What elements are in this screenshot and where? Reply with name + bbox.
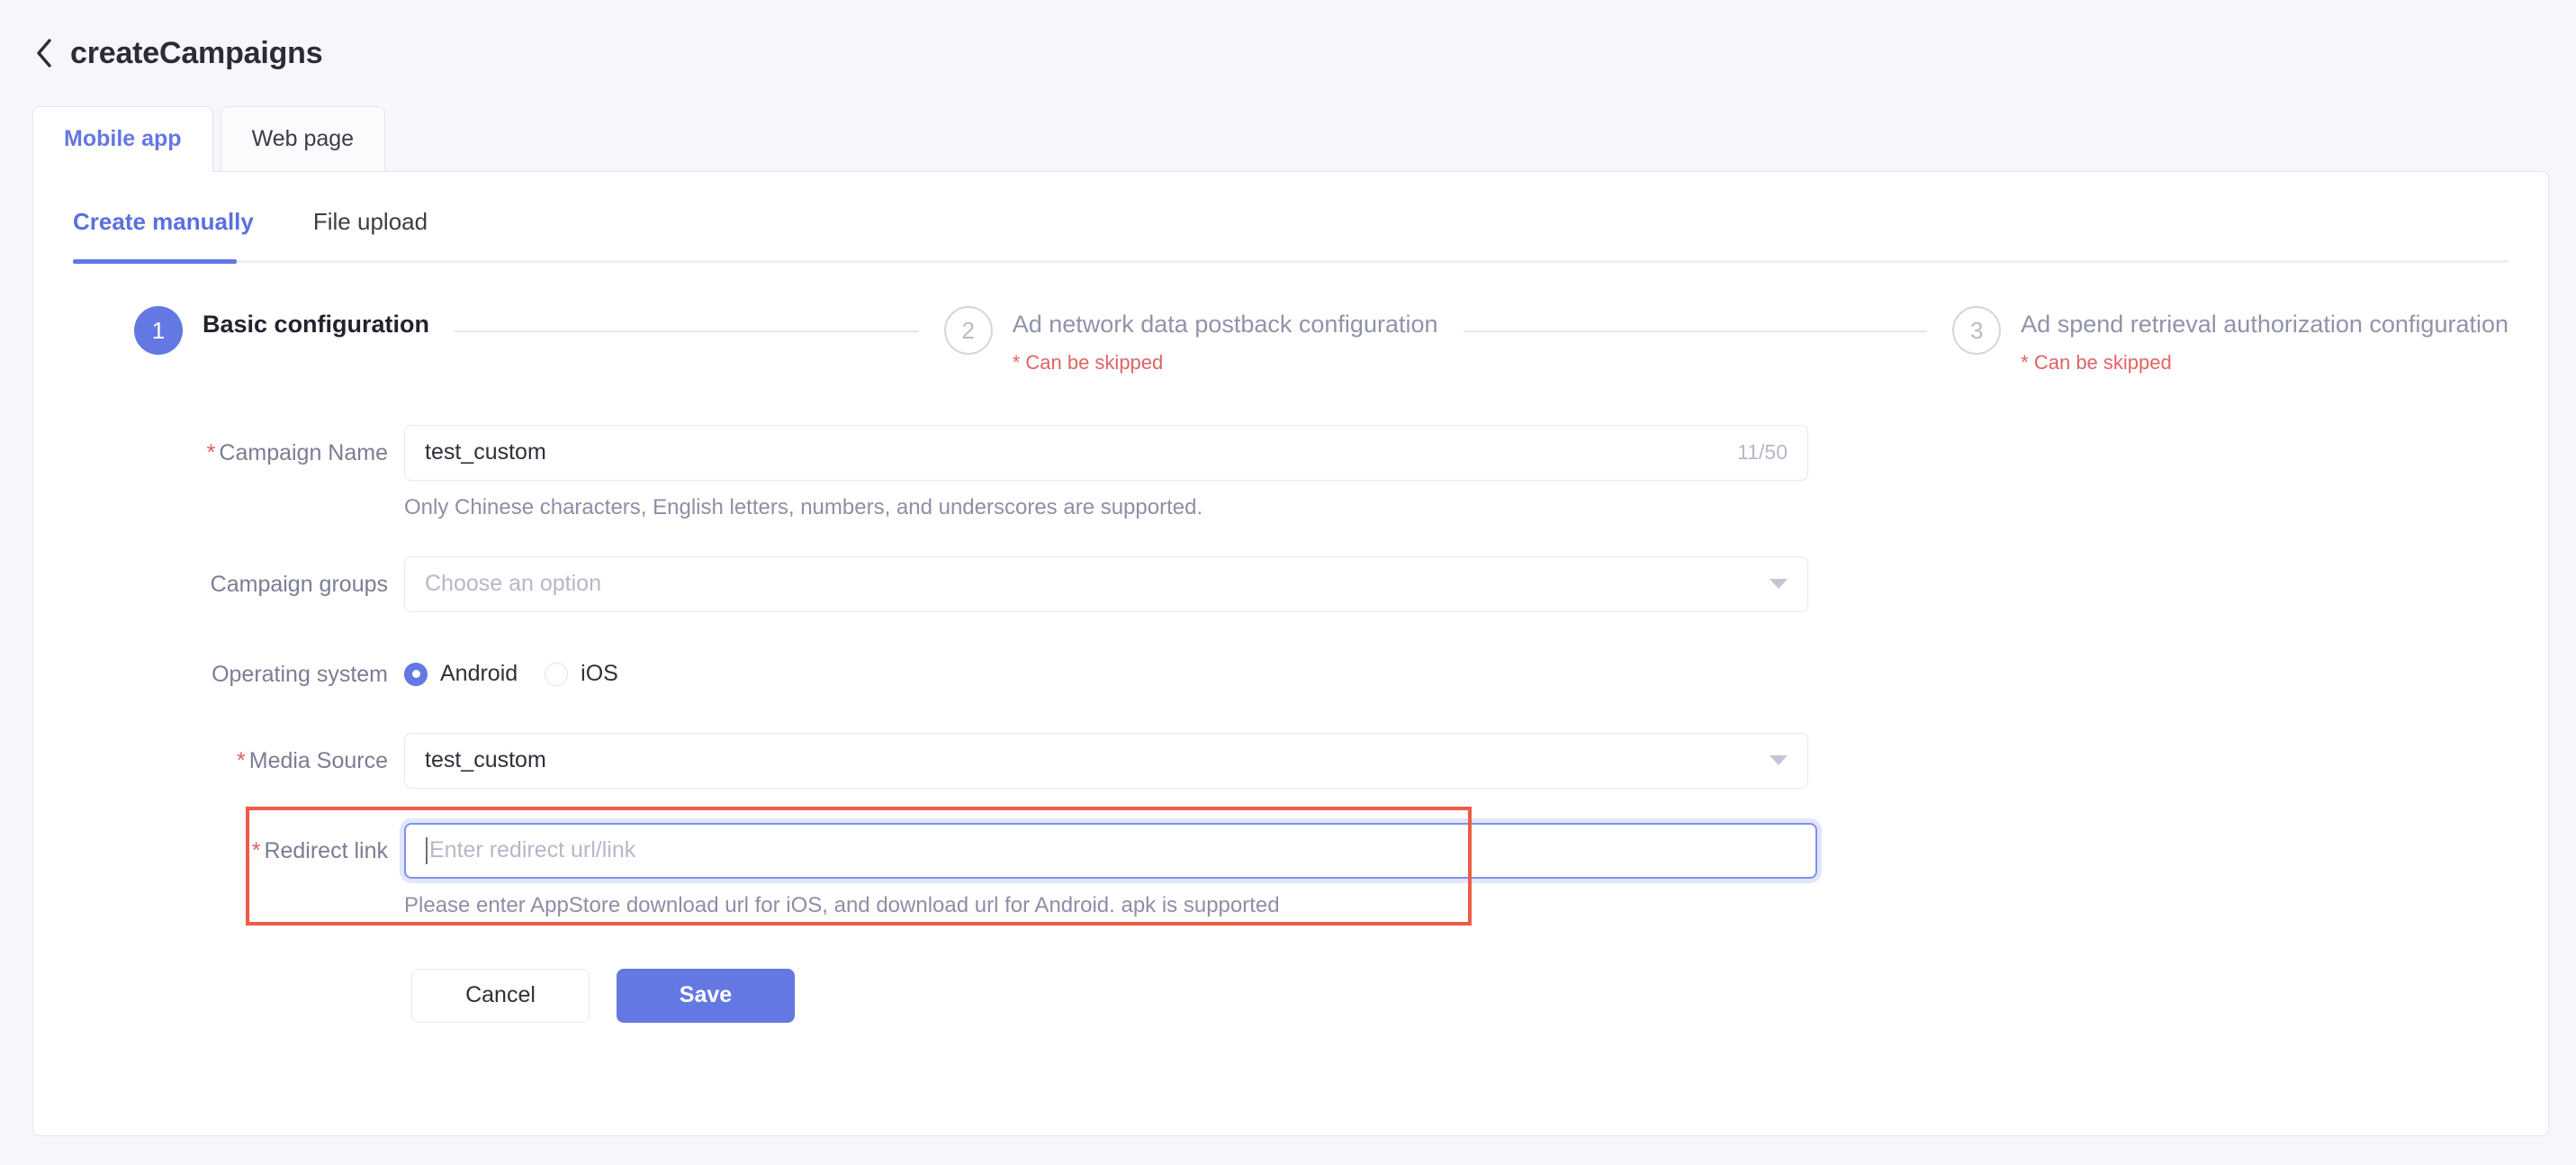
- step-2-body: Ad network data postback configuration *…: [1013, 306, 1438, 375]
- step-1-circle: 1: [134, 306, 183, 355]
- redirect-link-input[interactable]: Enter redirect url/link: [404, 822, 1817, 879]
- redirect-link-placeholder: Enter redirect url/link: [429, 837, 636, 863]
- row-campaign-name: * Campaign Name test_custom 11/50 Only Ch…: [33, 424, 2548, 520]
- operating-system-label: Operating system: [212, 661, 388, 687]
- tab-web-page[interactable]: Web page: [220, 106, 386, 171]
- step-3-label: Ad spend retrieval authorization configu…: [2021, 311, 2509, 338]
- campaign-name-hint: Only Chinese characters, English letters…: [404, 494, 1203, 519]
- campaign-name-label-text: Campaign Name: [219, 439, 388, 465]
- sub-tabs: Create manually File upload: [33, 172, 2548, 249]
- subtab-file-upload[interactable]: File upload: [313, 208, 428, 241]
- cancel-button-label: Cancel: [465, 982, 536, 1008]
- step-3-number: 3: [1969, 316, 1984, 344]
- media-source-value: test_custom: [425, 747, 546, 773]
- radio-android-label: Android: [440, 661, 518, 687]
- subtab-file-upload-label: File upload: [312, 207, 428, 235]
- tab-mobile-app[interactable]: Mobile app: [32, 106, 213, 172]
- campaign-name-required-mark: *: [206, 439, 216, 465]
- step-connector-1: [455, 330, 919, 332]
- redirect-link-label-text: Redirect link: [264, 837, 388, 863]
- stepper: 1 Basic configuration 2 Ad network data …: [33, 263, 2548, 375]
- step-2-circle: 2: [943, 306, 993, 355]
- campaign-groups-select[interactable]: Choose an option: [404, 555, 1808, 612]
- media-source-label-text: Media Source: [248, 747, 388, 773]
- campaign-name-value: test_custom: [425, 439, 546, 465]
- step-2-note: * Can be skipped: [1012, 350, 1164, 374]
- media-source-label: * Media Source: [33, 733, 404, 789]
- step-3-note: * Can be skipped: [2021, 350, 2172, 374]
- campaign-groups-placeholder: Choose an option: [425, 571, 601, 597]
- radio-android-indicator: [404, 662, 428, 686]
- row-operating-system: Operating system Android iOS: [33, 646, 2548, 702]
- save-button[interactable]: Save: [617, 968, 795, 1023]
- row-media-source: * Media Source test_custom: [33, 732, 2548, 789]
- media-source-field-wrap: test_custom: [404, 732, 2548, 789]
- form-actions: Cancel Save: [33, 968, 2548, 1023]
- redirect-link-label: * Redirect link: [33, 823, 404, 879]
- radio-ios-label: iOS: [581, 661, 618, 687]
- campaign-name-label: * Campaign Name: [33, 425, 404, 481]
- text-cursor: [426, 836, 428, 864]
- step-connector-2: [1463, 330, 1928, 332]
- step-1-body: Basic configuration: [203, 306, 429, 339]
- campaign-groups-label: Campaign groups: [210, 571, 388, 597]
- row-campaign-groups: Campaign groups Choose an option: [33, 555, 2548, 612]
- radio-option-android[interactable]: Android: [404, 661, 518, 687]
- step-2-number: 2: [961, 316, 975, 344]
- basic-configuration-form: * Campaign Name test_custom 11/50 Only Ch…: [33, 375, 2548, 1023]
- redirect-link-field-wrap: Enter redirect url/link Please enter App…: [404, 822, 2548, 918]
- operating-system-radio-group: Android iOS: [404, 646, 2548, 702]
- subtab-create-manually[interactable]: Create manually: [73, 208, 254, 241]
- page-title: createCampaigns: [70, 36, 323, 70]
- campaign-name-field-wrap: test_custom 11/50 Only Chinese character…: [404, 424, 2548, 520]
- step-1-label: Basic configuration: [203, 311, 430, 338]
- tab-mobile-app-label: Mobile app: [64, 126, 182, 151]
- step-2[interactable]: 2 Ad network data postback configuration…: [943, 306, 1438, 375]
- step-2-label: Ad network data postback configuration: [1012, 311, 1438, 338]
- operating-system-field-wrap: Android iOS: [404, 646, 2548, 702]
- top-tabs: Mobile app Web page: [0, 106, 2576, 172]
- row-redirect-link: * Redirect link Enter redirect url/link P…: [33, 806, 2548, 926]
- main-card: Create manually File upload 1 Basic conf…: [32, 171, 2549, 1136]
- step-3[interactable]: 3 Ad spend retrieval authorization confi…: [1952, 306, 2508, 375]
- campaign-name-counter: 11/50: [1737, 440, 1788, 465]
- campaign-groups-field-wrap: Choose an option: [404, 555, 2548, 612]
- page-header: createCampaigns: [0, 0, 2576, 106]
- chevron-down-icon: [1770, 579, 1788, 590]
- radio-ios-indicator: [545, 662, 569, 686]
- step-3-circle: 3: [1952, 306, 2002, 355]
- step-1[interactable]: 1 Basic configuration: [134, 306, 429, 355]
- tab-web-page-label: Web page: [251, 126, 355, 151]
- chevron-left-icon[interactable]: [32, 39, 56, 68]
- subtab-active-indicator: [73, 259, 237, 264]
- chevron-down-icon: [1770, 755, 1788, 766]
- media-source-required-mark: *: [237, 747, 246, 773]
- radio-option-ios[interactable]: iOS: [545, 661, 618, 687]
- media-source-select[interactable]: test_custom: [404, 732, 1808, 789]
- subtab-divider: [73, 259, 2508, 264]
- save-button-label: Save: [679, 982, 733, 1008]
- cancel-button[interactable]: Cancel: [411, 968, 590, 1023]
- campaign-name-input[interactable]: test_custom 11/50: [404, 424, 1808, 481]
- subtab-create-manually-label: Create manually: [73, 207, 254, 235]
- redirect-link-required-mark: *: [251, 837, 261, 863]
- step-3-body: Ad spend retrieval authorization configu…: [2021, 306, 2508, 375]
- step-1-number: 1: [151, 316, 166, 344]
- redirect-link-hint: Please enter AppStore download url for i…: [404, 892, 1280, 917]
